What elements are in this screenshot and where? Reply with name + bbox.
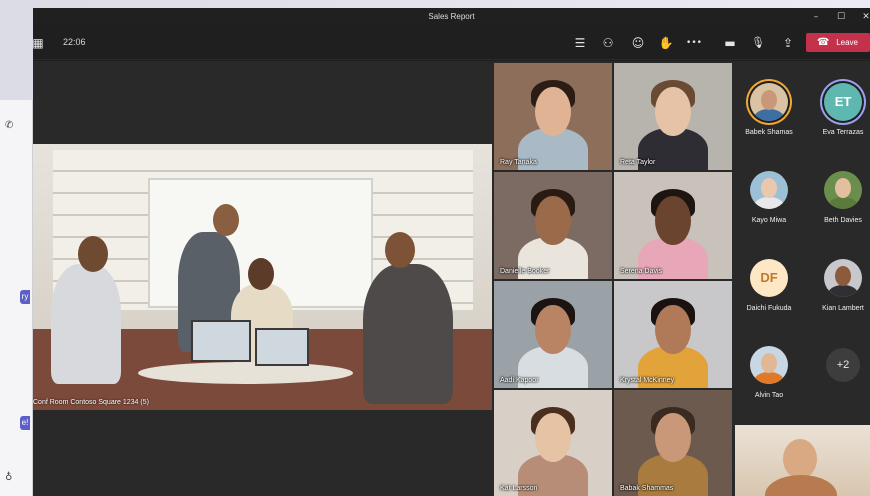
room-name-label: Conf Room Contoso Square 1234 (5): [33, 399, 149, 406]
participant-face: [535, 195, 571, 245]
participant-face: [655, 195, 691, 245]
roster-participant[interactable]: Babek Shamas: [735, 83, 803, 136]
participant-name: Danielle Booker: [500, 268, 550, 275]
laptop: [191, 320, 251, 362]
participant-name: Ray Tanaka: [500, 159, 537, 166]
avatar-body: [828, 285, 858, 297]
avatar-face: [835, 266, 851, 286]
avatar: [824, 259, 862, 297]
leave-label: Leave: [836, 38, 858, 47]
avatar: ET: [824, 83, 862, 121]
person-head: [385, 232, 415, 268]
laptop: [255, 328, 309, 366]
roster-participant[interactable]: ET Eva Terrazas: [809, 83, 870, 136]
participant-name: Kat Larsson: [500, 485, 538, 492]
participant-face: [535, 86, 571, 136]
minimize-button[interactable]: –: [802, 8, 830, 26]
share-screen-icon[interactable]: ⇪: [779, 35, 797, 51]
roster-name: Alvin Tao: [754, 392, 784, 399]
participant-name: Serena Davis: [620, 268, 663, 275]
participant-face: [535, 304, 571, 354]
reactions-icon[interactable]: ☺: [629, 35, 647, 51]
avatar: [750, 83, 788, 121]
participant-face: [655, 304, 691, 354]
meeting-toolbar: ▦ 22:06 ☰ ⚇ ☺ ✋ ••• ▬ 🎙 ⇪ ☎ Leave: [32, 26, 870, 60]
roster-name: Beth Davies: [824, 217, 862, 224]
window-title: Sales Report: [428, 12, 475, 21]
raise-hand-icon[interactable]: ✋: [657, 35, 675, 51]
phone-icon[interactable]: ✆: [5, 120, 13, 131]
chat-bubble: e!: [20, 416, 30, 430]
microphone-icon[interactable]: 🎙: [749, 35, 767, 51]
roster-name: Babek Shamas: [745, 129, 793, 136]
avatar-body: [828, 197, 858, 209]
camera-icon[interactable]: ▬: [721, 35, 739, 51]
roster-name: Eva Terrazas: [822, 129, 864, 136]
self-body: [765, 475, 837, 496]
conference-room-video[interactable]: Conf Room Contoso Square 1234 (5): [33, 144, 492, 410]
roster-participant[interactable]: +2: [809, 346, 870, 382]
participant-name: Babak Shammas: [620, 485, 674, 492]
participant-tile[interactable]: Serena Davis: [614, 172, 732, 279]
meeting-stage: Conf Room Contoso Square 1234 (5) Ray Ta…: [33, 61, 870, 496]
participant-name: Krystal McKinney: [620, 377, 675, 384]
roster-participant[interactable]: DF Daichi Fukuda: [735, 259, 803, 312]
roster-participant[interactable]: Kayo Miwa: [735, 171, 803, 224]
meeting-table: [138, 362, 353, 384]
avatar: [750, 346, 788, 384]
person-figure: [51, 264, 121, 384]
participant-face: [655, 413, 691, 463]
participant-tile[interactable]: Ray Tanaka: [494, 63, 612, 170]
roster-participant[interactable]: Kian Lambert: [809, 259, 870, 312]
participant-tile[interactable]: Babak Shammas: [614, 390, 732, 496]
participant-face: [655, 86, 691, 136]
roster-name: Daichi Fukuda: [746, 305, 792, 312]
person-head: [213, 204, 239, 236]
self-view-video[interactable]: [735, 425, 870, 496]
participant-tile[interactable]: Aadi Kapoor: [494, 281, 612, 388]
more-options-icon[interactable]: •••: [685, 35, 703, 51]
avatar-face: [761, 90, 777, 110]
chat-bubble: ry: [20, 290, 30, 304]
person-head: [78, 236, 108, 272]
avatar: [824, 171, 862, 209]
roster-name: Kayo Miwa: [751, 217, 787, 224]
person-head: [248, 258, 274, 290]
participants-icon[interactable]: ⚇: [599, 35, 617, 51]
more-participants-button[interactable]: +2: [826, 348, 860, 382]
layout-grid-icon[interactable]: ▦: [29, 35, 47, 51]
participant-tile[interactable]: Krystal McKinney: [614, 281, 732, 388]
hang-up-icon: ☎: [817, 37, 830, 48]
participant-tile[interactable]: Danielle Booker: [494, 172, 612, 279]
avatar: DF: [750, 259, 788, 297]
chat-list-icon[interactable]: ☰: [571, 35, 589, 51]
avatar-face: [761, 178, 777, 198]
person-figure: [363, 264, 453, 404]
avatar-body: [754, 109, 784, 121]
avatar-face: [761, 353, 777, 373]
participant-name: Reta Taylor: [620, 159, 656, 166]
avatar: [750, 171, 788, 209]
maximize-button[interactable]: ☐: [827, 8, 855, 26]
roster-participant[interactable]: Alvin Tao: [735, 346, 803, 399]
roster-participant[interactable]: Beth Davies: [809, 171, 870, 224]
participant-tile[interactable]: Reta Taylor: [614, 63, 732, 170]
meeting-timer: 22:06: [63, 37, 86, 47]
participant-face: [535, 413, 571, 463]
participant-tile[interactable]: Kat Larsson: [494, 390, 612, 496]
avatar-body: [754, 372, 784, 384]
background-chat-window: ✆ ry e! ♁: [0, 100, 33, 496]
avatar-body: [754, 197, 784, 209]
participant-name: Aadi Kapoor: [500, 377, 539, 384]
avatar-face: [835, 178, 851, 198]
teams-meeting-window: Sales Report – ☐ ✕ ▦ 22:06 ☰ ⚇ ☺ ✋ ••• ▬…: [32, 8, 870, 496]
mic-icon[interactable]: ♁: [5, 472, 12, 483]
close-button[interactable]: ✕: [852, 8, 870, 26]
self-face: [783, 439, 817, 479]
title-bar: Sales Report: [33, 8, 870, 26]
leave-button[interactable]: ☎ Leave: [806, 33, 870, 52]
roster-name: Kian Lambert: [822, 305, 864, 312]
